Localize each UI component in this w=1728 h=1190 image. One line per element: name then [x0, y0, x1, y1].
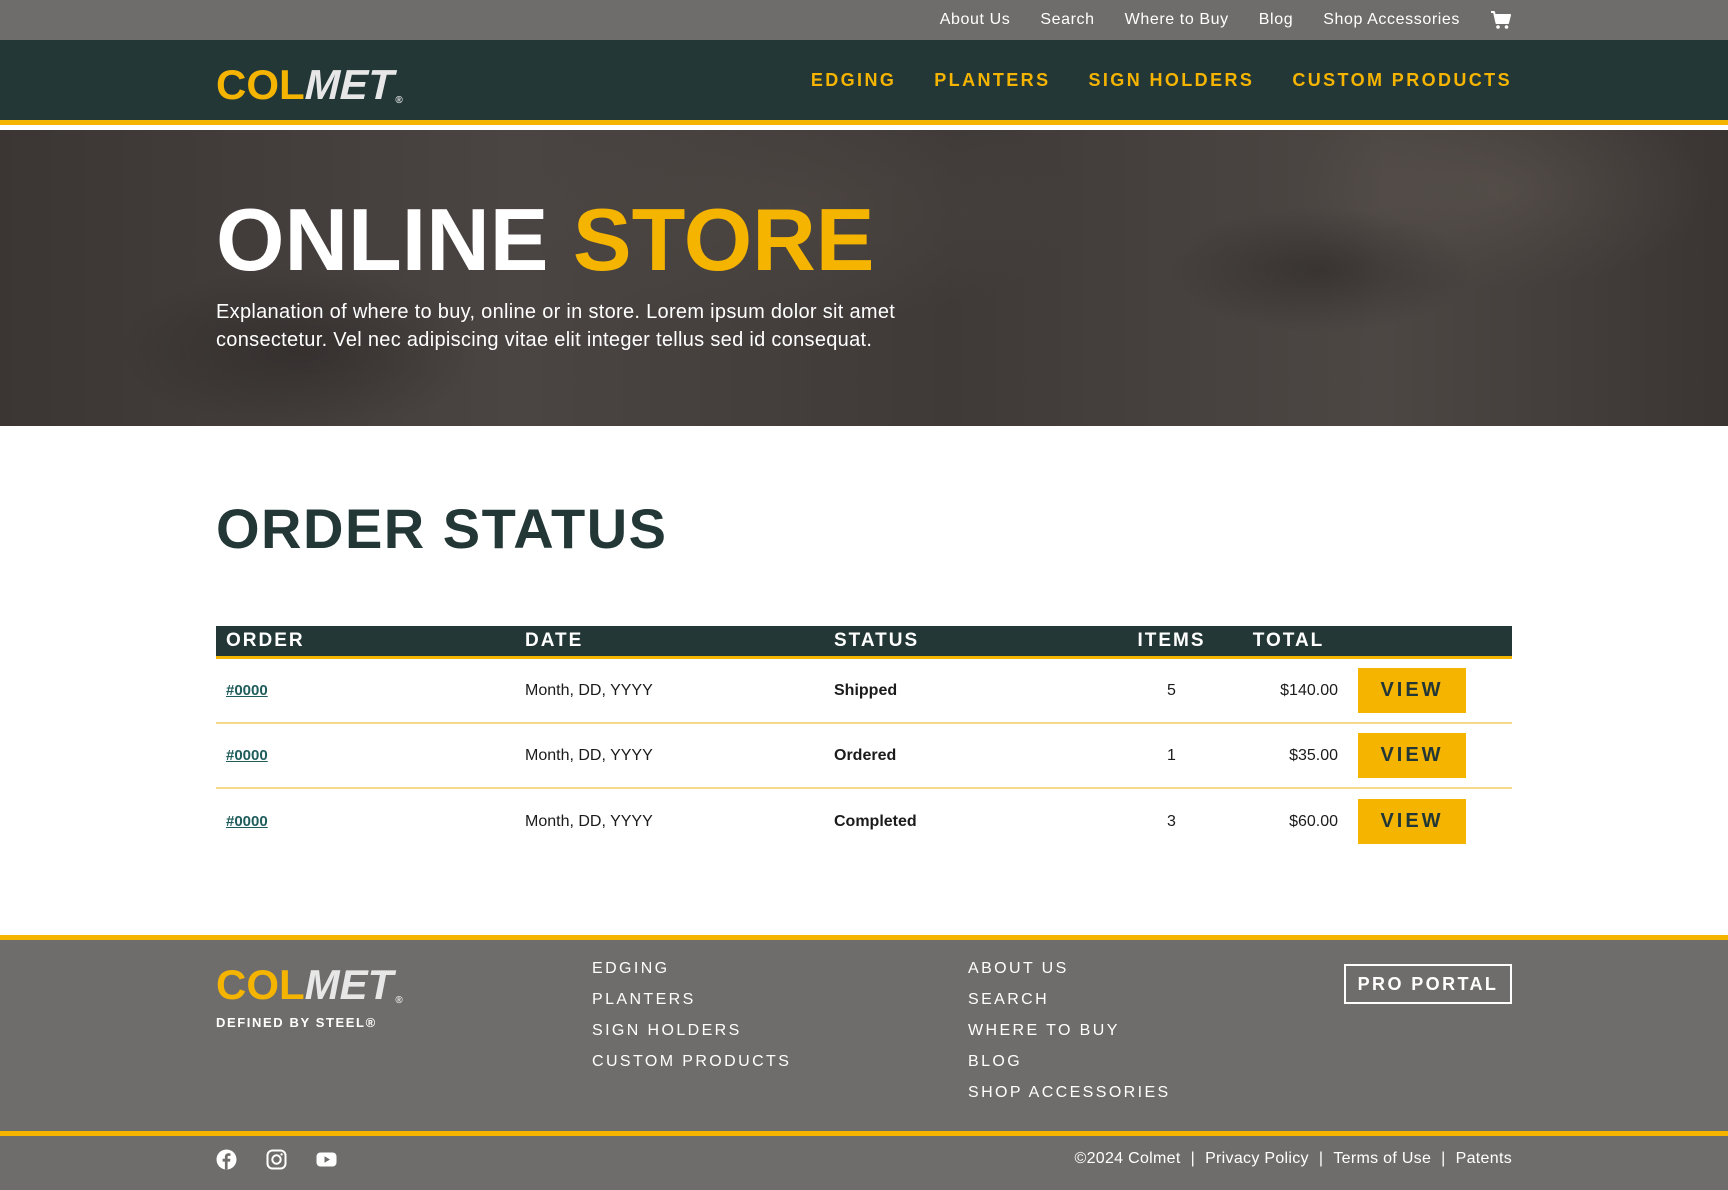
order-total: $35.00 — [1289, 746, 1338, 764]
instagram-icon[interactable] — [266, 1149, 287, 1170]
legal-separator: | — [1441, 1150, 1446, 1167]
order-total: $140.00 — [1280, 681, 1338, 699]
utility-nav: About Us Search Where to Buy Blog Shop A… — [940, 0, 1512, 40]
hero-title-yellow: STORE — [572, 190, 875, 289]
order-status-title: ORDER STATUS — [216, 497, 668, 560]
utility-link-where-to-buy[interactable]: Where to Buy — [1125, 11, 1229, 29]
order-status: Ordered — [834, 746, 897, 764]
order-items: 5 — [1167, 681, 1176, 699]
order-status: Shipped — [834, 681, 898, 699]
table-row: #0000 Month, DD, YYYY Ordered 1 $35.00 V… — [216, 724, 1512, 789]
action-cell: VIEW — [1358, 799, 1512, 844]
action-cell: VIEW — [1358, 733, 1512, 778]
order-number-link[interactable]: #0000 — [226, 813, 268, 830]
privacy-policy-link[interactable]: Privacy Policy — [1205, 1150, 1309, 1168]
instagram-icon-graphic — [266, 1149, 287, 1170]
footer: COL MET ® DEFINED BY STEEL® EDGING PLANTER… — [0, 935, 1728, 1131]
copyright-text: ©2024 Colmet — [1074, 1150, 1181, 1167]
nav-sign-holders[interactable]: SIGN HOLDERS — [1088, 70, 1254, 91]
colmet-logo[interactable]: COL MET ® — [216, 61, 403, 108]
nav-planters[interactable]: PLANTERS — [934, 70, 1050, 91]
action-cell: VIEW — [1358, 668, 1512, 713]
footer-link-blog[interactable]: BLOG — [968, 1052, 1171, 1071]
sub-footer: ©2024 Colmet | Privacy Policy | Terms of… — [0, 1131, 1728, 1190]
utility-link-blog[interactable]: Blog — [1259, 11, 1293, 29]
footer-tagline: DEFINED BY STEEL® — [216, 1015, 377, 1030]
youtube-icon[interactable] — [316, 1149, 337, 1170]
pro-portal-button[interactable]: PRO PORTAL — [1344, 964, 1512, 1004]
footer-company-nav: ABOUT US SEARCH WHERE TO BUY BLOG SHOP A… — [968, 959, 1171, 1102]
order-status: Completed — [834, 812, 917, 830]
order-date: Month, DD, YYYY — [525, 746, 653, 764]
legal-separator: | — [1190, 1150, 1196, 1167]
footer-link-sign-holders[interactable]: SIGN HOLDERS — [592, 1021, 791, 1040]
utility-link-search[interactable]: Search — [1040, 11, 1094, 29]
footer-colmet-logo[interactable]: COL MET ® — [216, 964, 403, 1006]
col-header-order: ORDER — [226, 630, 305, 651]
patents-link[interactable]: Patents — [1456, 1150, 1512, 1168]
footer-link-about-us[interactable]: ABOUT US — [968, 959, 1171, 978]
col-header-status: STATUS — [834, 630, 920, 651]
logo-part-met: MET — [303, 61, 395, 108]
footer-link-custom-products[interactable]: CUSTOM PRODUCTS — [592, 1052, 791, 1071]
view-order-button[interactable]: VIEW — [1358, 799, 1466, 844]
utility-link-about-us[interactable]: About Us — [940, 11, 1011, 29]
utility-link-shop-accessories[interactable]: Shop Accessories — [1323, 11, 1460, 29]
footer-link-search[interactable]: SEARCH — [968, 990, 1171, 1009]
footer-link-planters[interactable]: PLANTERS — [592, 990, 791, 1009]
orders-table: ORDER DATE STATUS ITEMS TOTAL #0000 Mont… — [216, 626, 1512, 854]
hero-banner: ONLINE STORE Explanation of where to buy… — [0, 130, 1728, 426]
hero-title-white: ONLINE — [216, 190, 549, 289]
order-cell: #0000 — [216, 813, 525, 831]
nav-custom-products[interactable]: CUSTOM PRODUCTS — [1292, 70, 1512, 91]
col-header-items: ITEMS — [1137, 630, 1206, 651]
cart-icon[interactable] — [1490, 10, 1512, 30]
logo-part-col: COL — [216, 61, 305, 108]
nav-edging[interactable]: EDGING — [811, 70, 896, 91]
hero-description: Explanation of where to buy, online or i… — [216, 301, 896, 351]
order-date: Month, DD, YYYY — [525, 812, 653, 830]
footer-link-shop-accessories[interactable]: SHOP ACCESSORIES — [968, 1083, 1171, 1102]
page: About Us Search Where to Buy Blog Shop A… — [0, 0, 1728, 1190]
col-header-total: TOTAL — [1252, 630, 1325, 651]
footer-logo-registered-mark: ® — [395, 995, 403, 1006]
social-links — [216, 1149, 337, 1170]
legal-separator: | — [1318, 1150, 1324, 1167]
terms-of-use-link[interactable]: Terms of Use — [1333, 1150, 1431, 1168]
order-number-link[interactable]: #0000 — [226, 682, 268, 699]
orders-table-header: ORDER DATE STATUS ITEMS TOTAL — [216, 626, 1512, 659]
footer-link-where-to-buy[interactable]: WHERE TO BUY — [968, 1021, 1171, 1040]
facebook-icon-graphic — [216, 1149, 237, 1170]
legal-links: ©2024 Colmet | Privacy Policy | Terms of… — [1075, 1150, 1513, 1168]
order-date: Month, DD, YYYY — [525, 681, 653, 699]
order-total: $60.00 — [1289, 812, 1338, 830]
facebook-icon[interactable] — [216, 1149, 237, 1170]
footer-logo-part-col: COL — [216, 961, 305, 1008]
view-order-button[interactable]: VIEW — [1358, 733, 1466, 778]
view-order-button[interactable]: VIEW — [1358, 668, 1466, 713]
order-cell: #0000 — [216, 682, 525, 700]
youtube-icon-graphic — [316, 1152, 337, 1167]
footer-logo-part-met: MET — [304, 961, 394, 1008]
table-row: #0000 Month, DD, YYYY Shipped 5 $140.00 … — [216, 659, 1512, 724]
footer-products-nav: EDGING PLANTERS SIGN HOLDERS CUSTOM PROD… — [592, 959, 791, 1071]
main-nav: EDGING PLANTERS SIGN HOLDERS CUSTOM PROD… — [811, 40, 1512, 120]
table-row: #0000 Month, DD, YYYY Completed 3 $60.00… — [216, 789, 1512, 854]
order-cell: #0000 — [216, 747, 525, 765]
order-items: 3 — [1167, 812, 1176, 830]
order-number-link[interactable]: #0000 — [226, 747, 268, 764]
col-header-date: DATE — [525, 630, 584, 651]
utility-bar: About Us Search Where to Buy Blog Shop A… — [0, 0, 1728, 40]
cart-icon-graphic — [1491, 11, 1511, 29]
logo-registered-mark: ® — [395, 95, 403, 106]
hero-title: ONLINE STORE — [216, 196, 874, 284]
main-header: COL MET ® EDGING PLANTERS SIGN HOLDERS CUS… — [0, 40, 1728, 125]
order-items: 1 — [1167, 746, 1176, 764]
footer-link-edging[interactable]: EDGING — [592, 959, 791, 978]
